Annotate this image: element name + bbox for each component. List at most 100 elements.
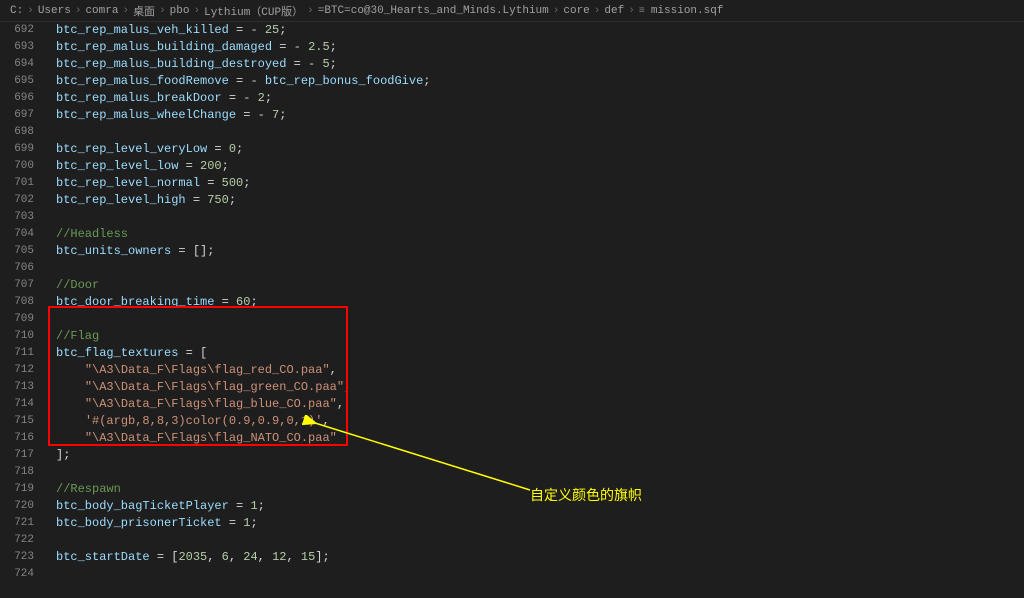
code-token-op: = — [150, 550, 172, 564]
code-token-num: 2.5 — [308, 40, 330, 54]
code-token-punc: ]; — [56, 448, 70, 462]
breadcrumb-item[interactable]: pbo — [170, 5, 190, 17]
code-token-var: btc_rep_level_veryLow — [56, 142, 207, 156]
breadcrumb-item-label[interactable]: 桌面 — [133, 7, 155, 19]
breadcrumb-item-label[interactable]: Users — [38, 5, 71, 17]
code-line[interactable]: //Door — [56, 277, 1024, 294]
code-area[interactable]: btc_rep_malus_veh_killed = - 25;btc_rep_… — [48, 22, 1024, 598]
code-token-punc: ; — [229, 193, 236, 207]
code-line[interactable]: "\A3\Data_F\Flags\flag_green_CO.paa", — [56, 379, 1024, 396]
code-token-num: 24 — [243, 550, 257, 564]
code-token-punc: , — [286, 550, 300, 564]
code-token-punc: []; — [193, 244, 215, 258]
code-token-num: 0 — [229, 142, 236, 156]
code-line[interactable]: "\A3\Data_F\Flags\flag_blue_CO.paa", — [56, 396, 1024, 413]
line-number: 704 — [8, 226, 34, 243]
code-token-str: "\A3\Data_F\Flags\flag_NATO_CO.paa" — [85, 431, 337, 445]
code-line[interactable]: ]; — [56, 447, 1024, 464]
code-line[interactable]: btc_rep_malus_wheelChange = - 7; — [56, 107, 1024, 124]
code-line[interactable]: btc_rep_malus_foodRemove = - btc_rep_bon… — [56, 73, 1024, 90]
line-number: 718 — [8, 464, 34, 481]
code-token-var: btc_rep_malus_wheelChange — [56, 108, 236, 122]
code-token-var: btc_startDate — [56, 550, 150, 564]
code-line[interactable]: //Flag — [56, 328, 1024, 345]
code-token-op: = — [200, 176, 222, 190]
code-token-punc: [ — [200, 346, 207, 360]
breadcrumb-item-label[interactable]: comra — [85, 5, 118, 17]
code-line[interactable]: btc_door_breaking_time = 60; — [56, 294, 1024, 311]
code-line[interactable] — [56, 566, 1024, 583]
code-token-num: 2035 — [178, 550, 207, 564]
line-number: 711 — [8, 345, 34, 362]
breadcrumb-item[interactable]: ≡ mission.sqf — [639, 5, 724, 17]
code-line[interactable]: "\A3\Data_F\Flags\flag_NATO_CO.paa" — [56, 430, 1024, 447]
code-token-var: btc_units_owners — [56, 244, 171, 258]
code-token-op: = — [286, 57, 308, 71]
code-token-num: 6 — [222, 550, 229, 564]
line-number: 700 — [8, 158, 34, 175]
breadcrumb-separator: › — [307, 5, 314, 17]
line-number: 713 — [8, 379, 34, 396]
line-number: 698 — [8, 124, 34, 141]
code-token-op: - — [308, 57, 322, 71]
code-line[interactable] — [56, 209, 1024, 226]
line-number: 703 — [8, 209, 34, 226]
breadcrumb-item-label[interactable]: def — [604, 5, 624, 17]
line-number: 715 — [8, 413, 34, 430]
code-line[interactable]: btc_units_owners = []; — [56, 243, 1024, 260]
line-number: 707 — [8, 277, 34, 294]
code-line[interactable] — [56, 260, 1024, 277]
code-line[interactable]: btc_rep_malus_building_damaged = - 2.5; — [56, 39, 1024, 56]
breadcrumb-item-label[interactable]: Lythium（CUP版） — [204, 7, 303, 19]
breadcrumb-item[interactable]: Users — [38, 5, 71, 17]
code-token-indent — [56, 414, 85, 428]
code-line[interactable]: "\A3\Data_F\Flags\flag_red_CO.paa", — [56, 362, 1024, 379]
breadcrumb-item[interactable]: 桌面 — [133, 3, 155, 19]
code-editor[interactable]: 6926936946956966976986997007017027037047… — [0, 22, 1024, 598]
breadcrumb-item[interactable]: core — [563, 5, 589, 17]
breadcrumb-item-label[interactable]: C: — [10, 5, 23, 17]
line-number: 706 — [8, 260, 34, 277]
breadcrumb-separator: › — [553, 5, 560, 17]
code-line[interactable]: btc_rep_malus_breakDoor = - 2; — [56, 90, 1024, 107]
breadcrumb-item-label[interactable]: pbo — [170, 5, 190, 17]
code-line[interactable] — [56, 124, 1024, 141]
code-token-comment: //Headless — [56, 227, 128, 241]
code-token-punc: , — [337, 397, 344, 411]
code-token-num: 12 — [272, 550, 286, 564]
code-token-op: - — [258, 108, 272, 122]
code-token-str: "\A3\Data_F\Flags\flag_blue_CO.paa" — [85, 397, 337, 411]
breadcrumb-item[interactable]: comra — [85, 5, 118, 17]
code-line[interactable] — [56, 532, 1024, 549]
code-token-var: btc_rep_malus_building_destroyed — [56, 57, 286, 71]
breadcrumb-item-label[interactable]: core — [563, 5, 589, 17]
code-token-var: btc_rep_level_high — [56, 193, 186, 207]
breadcrumb-item[interactable]: =BTC=co@30_Hearts_and_Minds.Lythium — [318, 5, 549, 17]
breadcrumb[interactable]: C:›Users›comra›桌面›pbo›Lythium（CUP版）›=BTC… — [0, 0, 1024, 22]
code-line[interactable]: btc_rep_level_low = 200; — [56, 158, 1024, 175]
code-line[interactable]: //Headless — [56, 226, 1024, 243]
code-line[interactable] — [56, 311, 1024, 328]
code-line[interactable]: btc_rep_level_high = 750; — [56, 192, 1024, 209]
breadcrumb-item-label[interactable]: =BTC=co@30_Hearts_and_Minds.Lythium — [318, 5, 549, 17]
code-line[interactable]: btc_rep_malus_building_destroyed = - 5; — [56, 56, 1024, 73]
code-token-punc: , — [229, 550, 243, 564]
breadcrumb-item-label[interactable]: mission.sqf — [651, 5, 724, 17]
code-line[interactable]: btc_rep_level_normal = 500; — [56, 175, 1024, 192]
code-line[interactable]: btc_rep_malus_veh_killed = - 25; — [56, 22, 1024, 39]
line-number: 723 — [8, 549, 34, 566]
code-line[interactable]: btc_flag_textures = [ — [56, 345, 1024, 362]
code-line[interactable]: btc_body_prisonerTicket = 1; — [56, 515, 1024, 532]
code-line[interactable] — [56, 464, 1024, 481]
breadcrumb-separator: › — [159, 5, 166, 17]
breadcrumb-item[interactable]: C: — [10, 5, 23, 17]
code-line[interactable]: '#(argb,8,8,3)color(0.9,0.9,0,1)', — [56, 413, 1024, 430]
breadcrumb-separator: › — [594, 5, 601, 17]
code-line[interactable]: btc_startDate = [2035, 6, 24, 12, 15]; — [56, 549, 1024, 566]
line-number: 701 — [8, 175, 34, 192]
breadcrumb-item[interactable]: def — [604, 5, 624, 17]
code-token-num: 2 — [258, 91, 265, 105]
code-token-op: = — [186, 193, 208, 207]
code-line[interactable]: btc_rep_level_veryLow = 0; — [56, 141, 1024, 158]
breadcrumb-item[interactable]: Lythium（CUP版） — [204, 3, 303, 19]
